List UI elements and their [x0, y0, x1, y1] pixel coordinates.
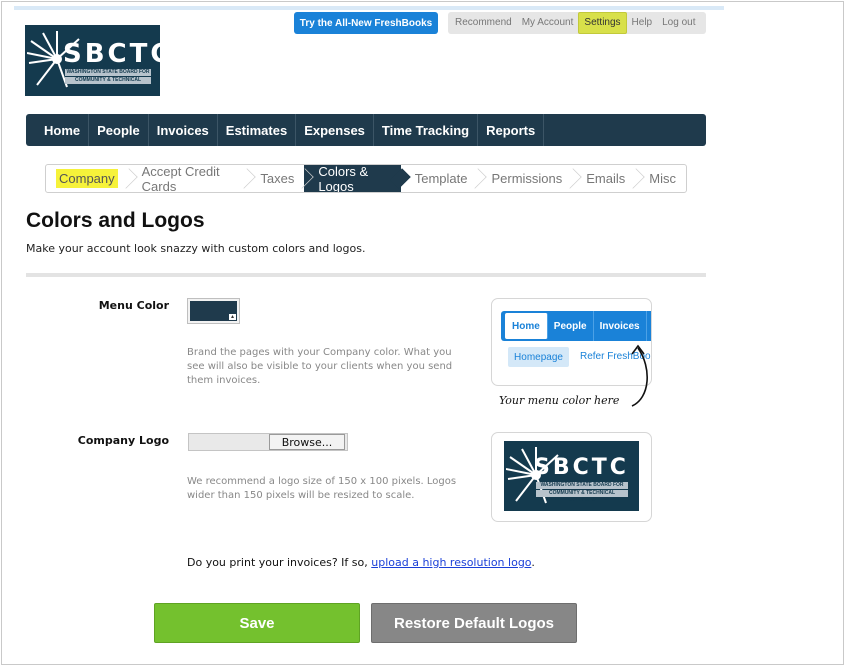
- my-account-link[interactable]: My Account: [517, 13, 579, 33]
- logo-preview-image: SBCTC WASHINGTON STATE BOARD FOR COMMUNI…: [504, 441, 639, 511]
- tab-company-label: Company: [56, 169, 118, 188]
- preview-nav-home: Home: [505, 313, 548, 339]
- restore-default-logos-button[interactable]: Restore Default Logos: [371, 603, 577, 643]
- settings-subnav: Company Accept Credit Cards Taxes Colors…: [45, 164, 687, 193]
- tab-company[interactable]: Company: [46, 165, 128, 192]
- print-note-end: .: [531, 556, 535, 569]
- logo-subtitle-2: COMMUNITY & TECHNICAL COLLEGES: [65, 77, 151, 90]
- tab-taxes[interactable]: Taxes: [246, 165, 304, 192]
- settings-link[interactable]: Settings: [578, 12, 627, 34]
- menu-color-label: Menu Color: [98, 299, 169, 312]
- nav-invoices[interactable]: Invoices: [149, 114, 218, 146]
- preview-nav-invoices: Invoices: [594, 311, 647, 341]
- print-note: Do you print your invoices? If so, uploa…: [187, 556, 535, 569]
- menu-color-swatch: ▴: [190, 301, 237, 321]
- preview-nav-people: People: [548, 311, 594, 341]
- nav-people[interactable]: People: [89, 114, 149, 146]
- divider: [26, 273, 706, 277]
- company-logo: SBCTC WASHINGTON STATE BOARD FOR COMMUNI…: [25, 25, 160, 96]
- nav-expenses[interactable]: Expenses: [296, 114, 374, 146]
- nav-home[interactable]: Home: [36, 114, 90, 146]
- logo-preview-letters: SBCTC: [534, 455, 629, 480]
- menu-color-picker[interactable]: ▴: [187, 298, 240, 324]
- logo-preview-subtitle-1: WASHINGTON STATE BOARD FOR: [536, 482, 628, 489]
- company-logo-help-line-2: wider than 150 pixels will be resized to…: [187, 490, 415, 501]
- nav-estimates[interactable]: Estimates: [218, 114, 297, 146]
- menu-color-note: Your menu color here: [499, 394, 620, 407]
- high-res-logo-link[interactable]: upload a high resolution logo: [371, 556, 531, 569]
- nav-reports[interactable]: Reports: [478, 114, 545, 146]
- logo-preview-subtitle-2: COMMUNITY & TECHNICAL COLLEGES: [536, 490, 628, 503]
- help-link[interactable]: Help: [627, 13, 658, 33]
- tab-colors-logos[interactable]: Colors & Logos: [304, 165, 401, 192]
- menu-color-help: Brand the pages with your Company color.…: [187, 346, 452, 388]
- company-logo-help: We recommend a logo size of 150 x 100 pi…: [187, 475, 456, 503]
- logo-subtitle-1: WASHINGTON STATE BOARD FOR: [65, 69, 151, 76]
- company-logo-label: Company Logo: [77, 434, 169, 447]
- main-nav: Home People Invoices Estimates Expenses …: [26, 114, 706, 146]
- page-title: Colors and Logos: [26, 209, 205, 232]
- logout-link[interactable]: Log out: [657, 13, 700, 33]
- color-dropdown-icon: ▴: [229, 314, 236, 320]
- app-frame: Try the All-New FreshBooks Recommend My …: [1, 1, 844, 665]
- page-subtitle: Make your account look snazzy with custo…: [26, 242, 366, 255]
- tab-template[interactable]: Template: [401, 165, 478, 192]
- preview-subnav-homepage: Homepage: [508, 347, 569, 367]
- recommend-link[interactable]: Recommend: [450, 13, 517, 33]
- menu-color-help-line-3: them invoices.: [187, 375, 261, 386]
- menu-color-help-line-2: see will also be visible to your clients…: [187, 361, 453, 372]
- logo-letters: SBCTC: [63, 39, 160, 69]
- tab-permissions[interactable]: Permissions: [477, 165, 572, 192]
- nav-time-tracking[interactable]: Time Tracking: [374, 114, 479, 146]
- save-button[interactable]: Save: [154, 603, 360, 643]
- preview-nav: Home People Invoices: [501, 311, 651, 341]
- try-freshbooks-button[interactable]: Try the All-New FreshBooks: [294, 12, 438, 34]
- logo-preview: SBCTC WASHINGTON STATE BOARD FOR COMMUNI…: [491, 432, 652, 522]
- tab-emails[interactable]: Emails: [572, 165, 635, 192]
- menu-color-help-line-1: Brand the pages with your Company color.…: [187, 347, 452, 358]
- top-strip: [14, 6, 724, 10]
- print-note-text: Do you print your invoices? If so,: [187, 556, 372, 569]
- hand-drawn-arrow-icon: [631, 344, 648, 407]
- browse-button[interactable]: Browse...: [269, 434, 345, 450]
- tab-accept-credit-cards[interactable]: Accept Credit Cards: [128, 165, 247, 192]
- company-logo-help-line-1: We recommend a logo size of 150 x 100 pi…: [187, 476, 457, 487]
- account-links: Recommend My Account Settings Help Log o…: [448, 12, 706, 34]
